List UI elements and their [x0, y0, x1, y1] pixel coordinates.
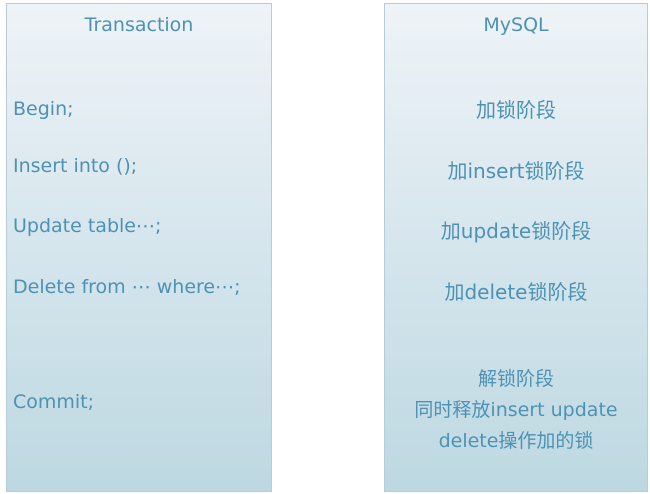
transaction-step-update: Update table⋯;	[13, 215, 162, 237]
mysql-title: MySQL	[483, 14, 549, 36]
mysql-unlock-phase: 解锁阶段 同时释放insert update delete操作加的锁	[385, 364, 647, 457]
transaction-step-insert: Insert into ();	[13, 155, 138, 177]
transaction-panel: Transaction Begin; Insert into (); Updat…	[6, 3, 272, 492]
mysql-unlock-line-1: 解锁阶段	[477, 368, 554, 390]
transaction-step-begin: Begin;	[13, 98, 74, 120]
mysql-phase-update-lock: 加update锁阶段	[440, 219, 592, 243]
mysql-unlock-line-2: 同时释放insert update	[414, 399, 618, 421]
transaction-step-delete: Delete from ⋯ where⋯;	[13, 276, 241, 298]
mysql-unlock-line-3: delete操作加的锁	[438, 430, 594, 452]
mysql-phase-lock: 加锁阶段	[476, 98, 556, 122]
transaction-title: Transaction	[84, 14, 194, 36]
mysql-phase-delete-lock: 加delete锁阶段	[444, 280, 588, 304]
transaction-step-commit: Commit;	[13, 391, 95, 413]
mysql-phase-insert-lock: 加insert锁阶段	[447, 159, 585, 183]
mysql-panel: MySQL 加锁阶段 加insert锁阶段 加update锁阶段 加delete…	[384, 3, 648, 492]
